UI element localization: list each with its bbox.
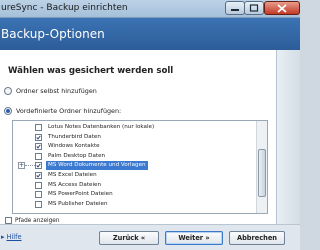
checkmark-icon bbox=[36, 135, 41, 140]
folder-item-label: Palm Desktop Daten bbox=[48, 152, 106, 159]
folder-checkbox[interactable] bbox=[35, 200, 42, 208]
help-arrow-icon: ▸ bbox=[1, 233, 5, 241]
checkmark-icon bbox=[36, 144, 41, 149]
window-titlebar[interactable]: ureSync - Backup einrichten bbox=[0, 0, 300, 18]
folder-item-label: Thunderbird Daten bbox=[48, 133, 101, 140]
wizard-footer: ▸ Hilfe Zurück « Weiter » Abbrechen bbox=[0, 224, 300, 250]
scrollbar-thumb[interactable] bbox=[258, 149, 266, 197]
folder-checkbox[interactable] bbox=[35, 172, 42, 179]
section-title: Wählen was gesichert werden soll bbox=[8, 66, 174, 76]
content-panel: Wählen was gesichert werden soll Ordner … bbox=[0, 50, 276, 224]
minimize-button[interactable] bbox=[225, 1, 245, 15]
window-title: ureSync - Backup einrichten bbox=[1, 3, 128, 13]
folder-checkbox[interactable] bbox=[35, 191, 42, 199]
back-button[interactable]: Zurück « bbox=[99, 231, 159, 245]
checkmark-icon bbox=[36, 173, 41, 178]
predefined-folders-radio[interactable] bbox=[4, 107, 12, 115]
maximize-button[interactable] bbox=[244, 1, 264, 15]
folder-list-item[interactable]: MS PowerPoint Dateien bbox=[13, 190, 256, 199]
close-icon bbox=[277, 3, 287, 13]
show-paths-option[interactable]: Pfade anzeigen bbox=[5, 217, 60, 224]
minimize-icon bbox=[231, 9, 239, 11]
wizard-header: Backup-Optionen bbox=[0, 18, 300, 50]
folder-item-label: MS Word Dokumente und Vorlagen bbox=[46, 161, 148, 171]
checkmark-icon bbox=[36, 163, 41, 168]
folder-list-item[interactable]: MS Access Dateien bbox=[13, 181, 256, 190]
folder-list-scrollbar[interactable] bbox=[256, 121, 267, 213]
folder-item-label: Windows Kontakte bbox=[48, 143, 100, 150]
custom-folders-label: Ordner selbst hinzufügen bbox=[16, 87, 97, 95]
next-button[interactable]: Weiter » bbox=[165, 231, 223, 245]
folder-checkbox[interactable] bbox=[35, 133, 42, 141]
custom-folders-option[interactable]: Ordner selbst hinzufügen bbox=[4, 87, 97, 95]
folder-list-item[interactable]: + MS Word Dokumente und Vorlagen bbox=[13, 161, 256, 171]
show-paths-checkbox[interactable] bbox=[5, 217, 12, 224]
folder-checkbox[interactable] bbox=[35, 162, 42, 170]
folder-list-item[interactable]: Thunderbird Daten bbox=[13, 133, 256, 142]
help-label[interactable]: Hilfe bbox=[7, 233, 22, 241]
window-side-strip bbox=[276, 50, 300, 224]
folder-item-label: MS PowerPoint Dateien bbox=[48, 191, 113, 198]
folder-item-label: MS Access Dateien bbox=[48, 181, 101, 188]
close-button[interactable] bbox=[264, 1, 300, 15]
folder-item-label: Lotus Notes Datenbanken (nur lokale) bbox=[48, 124, 155, 130]
folder-list-item[interactable]: MS Publisher Dateien bbox=[13, 200, 256, 209]
expand-icon[interactable]: + bbox=[18, 162, 25, 170]
folder-list-item[interactable]: Palm Desktop Daten bbox=[13, 152, 256, 161]
folder-item-label: MS Publisher Dateien bbox=[48, 200, 108, 207]
folder-checkbox[interactable] bbox=[35, 181, 42, 189]
folder-list-item[interactable]: MS Excel Dateien bbox=[13, 171, 256, 180]
radio-selected-dot bbox=[6, 109, 10, 113]
folder-checkbox[interactable] bbox=[35, 124, 42, 131]
tree-connector bbox=[25, 165, 35, 167]
show-paths-label: Pfade anzeigen bbox=[15, 217, 60, 224]
folder-checkbox[interactable] bbox=[35, 152, 42, 160]
folder-list-item[interactable]: Lotus Notes Datenbanken (nur lokale) bbox=[13, 123, 256, 132]
page-title: Backup-Optionen bbox=[1, 27, 105, 41]
help-link[interactable]: ▸ Hilfe bbox=[1, 233, 22, 241]
maximize-icon bbox=[249, 4, 259, 12]
folder-item-label: MS Excel Dateien bbox=[48, 172, 97, 178]
folder-list[interactable]: Lotus Notes Datenbanken (nur lokale) Thun… bbox=[12, 120, 268, 214]
folder-checkbox[interactable] bbox=[35, 143, 42, 151]
cancel-button[interactable]: Abbrechen bbox=[229, 231, 285, 245]
folder-list-item[interactable]: Windows Kontakte bbox=[13, 142, 256, 151]
custom-folders-radio[interactable] bbox=[4, 87, 12, 95]
predefined-folders-label: Vordefinierte Ordner hinzufügen: bbox=[16, 107, 122, 115]
predefined-folders-option[interactable]: Vordefinierte Ordner hinzufügen: bbox=[4, 107, 121, 115]
